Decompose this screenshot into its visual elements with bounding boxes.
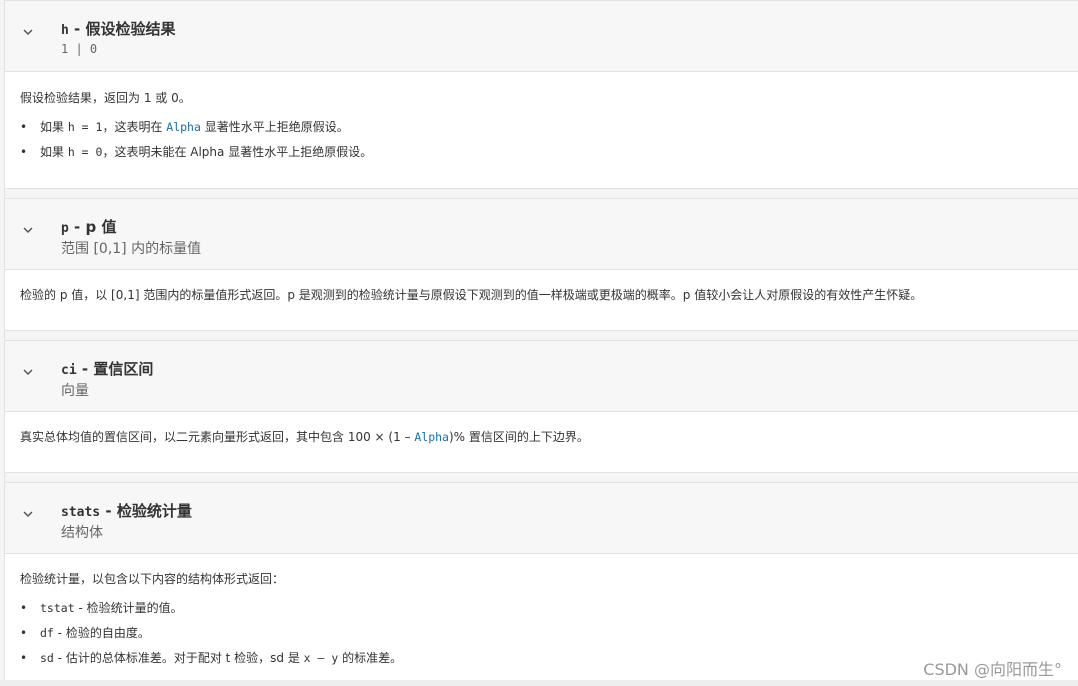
section-description: 检验的 p 值，以 [0,1] 范围内的标量值形式返回。p 是观测到的检验统计量… [20, 288, 923, 302]
description-text: 真实总体均值的置信区间，以二元素向量形式返回，其中包含 100 × (1 – [20, 430, 415, 444]
argument-name: stats [61, 505, 101, 520]
watermark: CSDN @向阳而生° [923, 660, 1062, 679]
bullet-text: - 估计的总体标准差。对于配对 t 检验，sd 是 [53, 651, 304, 665]
section-title: p - p 值 [61, 216, 116, 237]
section-title: stats - 检验统计量 [61, 500, 192, 521]
title-separator: - [68, 20, 86, 38]
bullet-icon: • [20, 601, 28, 615]
bullet-text: 显著性水平上拒绝原假设。 [200, 120, 349, 134]
section-subtitle: 向量 [61, 383, 89, 399]
inline-code: x – y [303, 651, 339, 665]
list-item: • 如果 h = 1，这表明在 Alpha 显著性水平上拒绝原假设。 [20, 118, 349, 135]
chevron-down-icon[interactable] [21, 507, 35, 521]
section-title: h - 假设检验结果 [61, 18, 176, 39]
alpha-link[interactable]: Alpha [166, 120, 201, 134]
title-separator: - [76, 360, 94, 378]
chevron-down-icon[interactable] [21, 223, 35, 237]
description-text: )% 置信区间的上下边界。 [448, 430, 589, 444]
argument-description: 假设检验结果 [85, 20, 176, 38]
bullet-icon: • [20, 120, 28, 134]
list-item: • sd - 估计的总体标准差。对于配对 t 检验，sd 是 x – y 的标准差… [20, 649, 402, 666]
chevron-down-icon[interactable] [21, 25, 35, 39]
field-name: df [40, 626, 54, 640]
section-subtitle: 1 | 0 [61, 42, 98, 56]
section-header-stats[interactable]: stats - 检验统计量 结构体 [5, 482, 1078, 554]
alpha-link[interactable]: Alpha [414, 430, 449, 444]
argument-description: 置信区间 [93, 360, 154, 378]
argument-name: h [61, 23, 69, 38]
bullet-icon: • [20, 651, 28, 665]
chevron-down-icon[interactable] [21, 365, 35, 379]
section-divider [5, 188, 1078, 198]
section-divider [5, 472, 1078, 482]
field-name: tstat [40, 601, 75, 615]
list-item: • 如果 h = 0，这表明未能在 Alpha 显著性水平上拒绝原假设。 [20, 143, 372, 160]
bullet-icon: • [20, 145, 28, 159]
argument-name: p [61, 221, 69, 236]
section-divider [5, 330, 1078, 340]
argument-name: ci [61, 363, 77, 378]
documentation-page: h - 假设检验结果 1 | 0 假设检验结果，返回为 1 或 0。 • 如果 h… [4, 0, 1078, 686]
section-header-ci[interactable]: ci - 置信区间 向量 [5, 340, 1078, 412]
list-item: • tstat - 检验统计量的值。 [20, 599, 183, 616]
argument-description: 检验统计量 [116, 502, 192, 520]
title-separator: - [68, 218, 86, 236]
bullet-text: 如果 [40, 120, 68, 134]
section-header-p[interactable]: p - p 值 范围 [0,1] 内的标量值 [5, 198, 1078, 270]
section-description: 检验统计量，以包含以下内容的结构体形式返回： [20, 572, 285, 586]
bullet-text: ，这表明未能在 Alpha 显著性水平上拒绝原假设。 [102, 145, 373, 159]
bullet-text: ，这表明在 [102, 120, 167, 134]
bullet-icon: • [20, 626, 28, 640]
bullet-text: - 检验统计量的值。 [74, 601, 183, 615]
bullet-text: 如果 [40, 145, 68, 159]
bottom-strip [0, 680, 1078, 686]
title-separator: - [100, 502, 117, 520]
inline-code: h = 1 [67, 120, 103, 134]
list-item: • df - 检验的自由度。 [20, 624, 150, 641]
bullet-text: - 检验的自由度。 [53, 626, 150, 640]
inline-code: h = 0 [67, 145, 103, 159]
section-title: ci - 置信区间 [61, 358, 153, 379]
section-subtitle: 结构体 [61, 525, 103, 541]
argument-description: p 值 [85, 218, 117, 236]
bullet-text: 的标准差。 [338, 651, 403, 665]
section-description: 真实总体均值的置信区间，以二元素向量形式返回，其中包含 100 × (1 – A… [20, 428, 589, 445]
field-name: sd [40, 651, 54, 665]
section-subtitle: 范围 [0,1] 内的标量值 [61, 241, 202, 257]
section-description: 假设检验结果，返回为 1 或 0。 [20, 91, 191, 105]
section-header-h[interactable]: h - 假设检验结果 1 | 0 [5, 0, 1078, 72]
